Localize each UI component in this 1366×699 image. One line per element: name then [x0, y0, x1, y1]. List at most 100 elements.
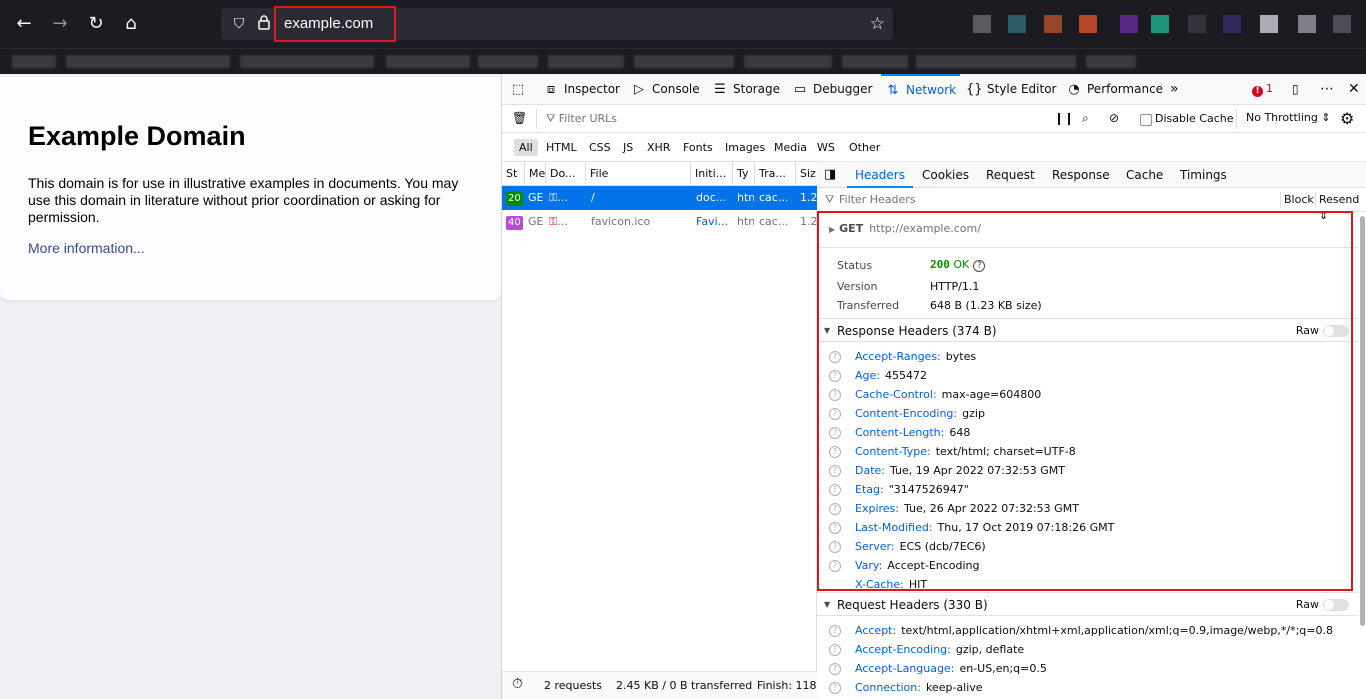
help-icon[interactable]: ? [829, 351, 841, 363]
header-row[interactable]: ? Last-Modified: Thu, 17 Oct 2019 07:18:26… [817, 519, 1359, 538]
tab-request[interactable]: Request [986, 162, 1035, 188]
tab-console[interactable]: ▷ Console [631, 74, 700, 105]
column-method[interactable]: Me [524, 162, 545, 186]
response-headers-section[interactable]: ▼ Response Headers (374 B) Raw [817, 318, 1359, 342]
header-row[interactable]: ? Connection: keep-alive [817, 679, 1359, 698]
extension-icon[interactable] [1260, 15, 1278, 33]
header-row[interactable]: ? Date: Tue, 19 Apr 2022 07:32:53 GMT [817, 462, 1359, 481]
filter-media[interactable]: Media [769, 139, 812, 156]
header-row[interactable]: ? Age: 455472 [817, 367, 1359, 386]
tab-network[interactable]: ⇅ Network [881, 74, 961, 105]
help-icon[interactable]: ? [829, 560, 841, 572]
home-icon[interactable]: ⌂ [119, 12, 143, 36]
extension-icon[interactable] [1151, 15, 1169, 33]
extension-icon[interactable] [1188, 15, 1206, 33]
help-icon[interactable]: ? [829, 484, 841, 496]
bookmark-item[interactable] [634, 55, 734, 68]
header-row[interactable]: ? Accept-Encoding: gzip, deflate [817, 641, 1359, 660]
header-row[interactable]: ? Content-Encoding: gzip [817, 405, 1359, 424]
column-initiator[interactable]: Initi... [690, 162, 732, 186]
url-bar[interactable]: ⛉ example.com ☆ [221, 6, 893, 42]
bookmark-star-icon[interactable]: ☆ [870, 14, 885, 34]
back-icon[interactable]: ← [12, 12, 36, 36]
disable-cache-checkbox[interactable] [1140, 114, 1152, 126]
help-icon[interactable]: ? [829, 408, 841, 420]
extension-icon[interactable] [1079, 15, 1097, 33]
help-icon[interactable]: ? [829, 465, 841, 477]
reload-icon[interactable]: ↻ [84, 12, 108, 36]
element-picker-icon[interactable]: ⬚ [510, 74, 531, 105]
column-file[interactable]: File [585, 162, 690, 186]
filter-html[interactable]: HTML [541, 139, 582, 156]
tab-debugger[interactable]: ▭ Debugger [792, 74, 873, 105]
header-row[interactable]: ? Cache-Control: max-age=604800 [817, 386, 1359, 405]
tab-cache[interactable]: Cache [1126, 162, 1163, 188]
tab-timings[interactable]: Timings [1180, 162, 1227, 188]
help-icon[interactable]: ? [829, 682, 841, 694]
help-icon[interactable]: ? [829, 446, 841, 458]
bookmark-item[interactable] [548, 55, 624, 68]
forward-icon[interactable]: → [48, 12, 72, 36]
gear-icon[interactable]: ⚙ [1340, 103, 1354, 134]
resend-button[interactable]: Resend ⇕ [1315, 192, 1366, 222]
shield-icon[interactable]: ⛉ [229, 14, 249, 34]
header-row[interactable]: ? Accept-Language: en-US,en;q=0.5 [817, 660, 1359, 679]
error-count-badge[interactable]: ! 1 [1252, 82, 1273, 97]
bookmark-item[interactable] [66, 55, 230, 68]
lock-icon[interactable] [254, 14, 274, 34]
column-type[interactable]: Ty [732, 162, 754, 186]
extension-icon[interactable] [1333, 15, 1351, 33]
help-icon[interactable]: ? [829, 370, 841, 382]
filter-urls-input[interactable]: ⛛ Filter URLs [546, 112, 617, 126]
block-button[interactable]: Block [1280, 192, 1317, 208]
help-icon[interactable]: ? [829, 389, 841, 401]
extension-icon[interactable] [1120, 15, 1138, 33]
tab-cookies[interactable]: Cookies [922, 162, 969, 188]
header-row[interactable]: ? Server: ECS (dcb/7EC6) [817, 538, 1359, 557]
column-size[interactable]: Siz [795, 162, 817, 186]
url-text[interactable]: example.com [284, 15, 373, 32]
bookmark-item[interactable] [744, 55, 832, 68]
dock-icon[interactable]: ▯ [1292, 74, 1299, 105]
extension-icon[interactable] [1044, 15, 1062, 33]
filter-js[interactable]: JS [618, 139, 638, 156]
request-headers-section[interactable]: ▼ Request Headers (330 B) Raw [817, 592, 1359, 616]
header-row[interactable]: ? Content-Length: 648 [817, 424, 1359, 443]
bookmark-item[interactable] [916, 55, 1076, 68]
tab-storage[interactable]: ☰ Storage [712, 74, 780, 105]
help-icon[interactable]: ? [829, 503, 841, 515]
bookmark-item[interactable] [12, 55, 56, 68]
table-row[interactable]: 20 GE ⚿... / doc... htn cac... 1.2 [502, 186, 817, 210]
toggle-sidebar-icon[interactable]: ◨ [824, 162, 836, 188]
close-icon[interactable]: ✕ [1348, 74, 1360, 105]
help-icon[interactable]: ? [973, 260, 986, 272]
header-row[interactable]: ? Vary: Accept-Encoding [817, 557, 1359, 576]
scrollbar[interactable] [1358, 212, 1366, 699]
throttling-select[interactable]: No Throttling ⇕ [1246, 111, 1331, 124]
caret-right-icon[interactable]: ▶ [829, 225, 835, 234]
help-icon[interactable]: ? [829, 427, 841, 439]
bookmark-item[interactable] [386, 55, 470, 68]
header-row[interactable]: ? Accept: text/html,application/xhtml+xml,… [817, 622, 1359, 641]
extension-icon[interactable] [1298, 15, 1316, 33]
more-options-icon[interactable]: ⋯ [1320, 74, 1334, 105]
bookmark-item[interactable] [478, 55, 538, 68]
help-icon[interactable]: ? [829, 522, 841, 534]
filter-xhr[interactable]: XHR [642, 139, 675, 156]
help-icon[interactable]: ? [829, 541, 841, 553]
bookmark-item[interactable] [1086, 55, 1136, 68]
tab-style-editor[interactable]: {} Style Editor [966, 74, 1056, 105]
extension-icon[interactable] [973, 15, 991, 33]
filter-fonts[interactable]: Fonts [678, 139, 718, 156]
trash-icon[interactable]: 🗑 [512, 103, 527, 134]
raw-toggle[interactable] [1323, 325, 1349, 337]
filter-all[interactable]: All [514, 139, 538, 156]
header-row[interactable]: ? Etag: "3147526947" [817, 481, 1359, 500]
filter-other[interactable]: Other [844, 139, 885, 156]
extension-icon[interactable] [1008, 15, 1026, 33]
bookmark-item[interactable] [240, 55, 374, 68]
header-row[interactable]: ? Accept-Ranges: bytes [817, 348, 1359, 367]
tab-headers[interactable]: Headers [847, 162, 913, 188]
filter-headers-input[interactable]: Filter Headers [839, 193, 916, 206]
column-transferred[interactable]: Tra... [754, 162, 795, 186]
